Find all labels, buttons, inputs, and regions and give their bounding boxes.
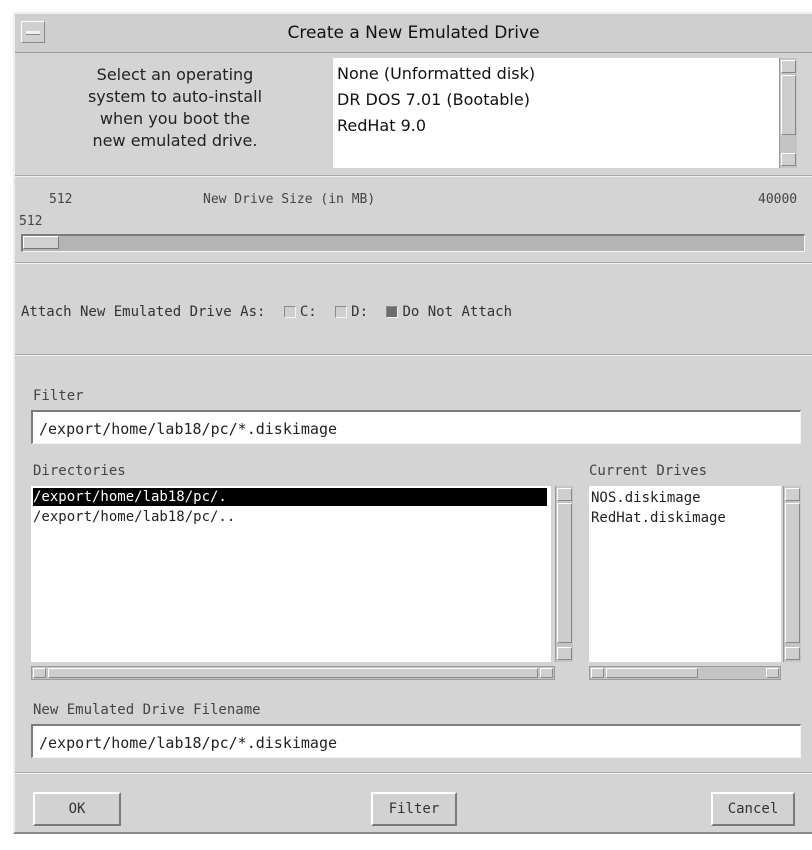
divider xyxy=(15,354,812,356)
filter-label: Filter xyxy=(33,388,84,404)
filename-input[interactable]: /export/home/lab18/pc/*.diskimage xyxy=(31,724,801,758)
size-title: New Drive Size (in MB) xyxy=(203,192,376,207)
current-drive-item[interactable]: NOS.diskimage xyxy=(591,488,701,508)
size-min-label: 512 xyxy=(49,192,73,207)
directory-item[interactable]: /export/home/lab18/pc/.. xyxy=(33,508,235,526)
directories-list[interactable]: /export/home/lab18/pc/. /export/home/lab… xyxy=(31,486,551,662)
cancel-button[interactable]: Cancel xyxy=(711,792,795,826)
directory-item-selected[interactable]: /export/home/lab18/pc/. xyxy=(33,488,547,506)
attach-row: Attach New Emulated Drive As: C: D: Do N… xyxy=(21,304,512,320)
radio-d-label[interactable]: D: xyxy=(351,304,368,320)
scroll-up-arrow-icon[interactable] xyxy=(785,488,800,501)
filter-button[interactable]: Filter xyxy=(371,792,457,826)
os-instruction-line: new emulated drive. xyxy=(92,131,258,150)
os-instruction-line: when you boot the xyxy=(99,109,251,128)
current-drives-vscrollbar[interactable] xyxy=(783,486,801,662)
os-instruction-line: Select an operating xyxy=(96,65,254,84)
os-option[interactable]: DR DOS 7.01 (Bootable) xyxy=(337,90,530,109)
directories-vscrollbar[interactable] xyxy=(555,486,573,662)
radio-d-icon[interactable] xyxy=(335,306,348,318)
window-title: Create a New Emulated Drive xyxy=(287,23,540,43)
divider xyxy=(15,175,812,177)
scroll-left-arrow-icon[interactable] xyxy=(591,668,604,678)
current-drives-hscrollbar[interactable] xyxy=(589,666,781,680)
scroll-down-arrow-icon[interactable] xyxy=(781,153,796,166)
scroll-down-arrow-icon[interactable] xyxy=(557,647,572,660)
size-slider-track[interactable] xyxy=(21,234,805,252)
os-option[interactable]: RedHat 9.0 xyxy=(337,116,426,135)
scroll-up-arrow-icon[interactable] xyxy=(781,60,796,73)
os-instruction-line: system to auto-install xyxy=(87,87,263,106)
title-bar: Create a New Emulated Drive xyxy=(15,14,812,53)
directories-hscrollbar[interactable] xyxy=(31,666,555,680)
os-list[interactable]: None (Unformatted disk) DR DOS 7.01 (Boo… xyxy=(333,58,779,168)
radio-do-not-attach-label[interactable]: Do Not Attach xyxy=(402,304,512,320)
current-drive-item[interactable]: RedHat.diskimage xyxy=(591,508,726,528)
dialog-window: Create a New Emulated Drive Select an op… xyxy=(13,12,812,834)
current-drives-label: Current Drives xyxy=(589,463,708,479)
os-list-scrollbar[interactable] xyxy=(779,58,797,168)
filter-value: /export/home/lab18/pc/*.diskimage xyxy=(39,420,338,438)
scroll-thumb[interactable] xyxy=(557,503,572,643)
scroll-thumb[interactable] xyxy=(606,668,698,678)
filename-value: /export/home/lab18/pc/*.diskimage xyxy=(39,734,338,752)
ok-button[interactable]: OK xyxy=(33,792,121,826)
size-slider-handle[interactable] xyxy=(23,236,59,249)
scroll-right-arrow-icon[interactable] xyxy=(540,668,553,678)
divider xyxy=(15,772,812,774)
scroll-left-arrow-icon[interactable] xyxy=(33,668,46,678)
radio-c-icon[interactable] xyxy=(283,306,296,318)
filename-label: New Emulated Drive Filename xyxy=(33,702,261,718)
attach-label: Attach New Emulated Drive As: xyxy=(21,304,266,320)
filter-input[interactable]: /export/home/lab18/pc/*.diskimage xyxy=(31,410,801,444)
scroll-right-arrow-icon[interactable] xyxy=(766,668,779,678)
divider xyxy=(15,262,812,264)
scroll-thumb[interactable] xyxy=(781,75,796,135)
directories-label: Directories xyxy=(33,463,126,479)
scroll-down-arrow-icon[interactable] xyxy=(785,647,800,660)
radio-do-not-attach-icon[interactable] xyxy=(386,306,399,318)
size-max-label: 40000 xyxy=(758,192,798,207)
current-drives-list[interactable]: NOS.diskimage RedHat.diskimage xyxy=(589,486,781,662)
os-instructions: Select an operating system to auto-insta… xyxy=(35,64,315,152)
scroll-up-arrow-icon[interactable] xyxy=(557,488,572,501)
size-current-value: 512 xyxy=(19,214,43,229)
scroll-thumb[interactable] xyxy=(48,668,538,678)
os-option[interactable]: None (Unformatted disk) xyxy=(337,64,535,83)
radio-c-label[interactable]: C: xyxy=(300,304,317,320)
scroll-thumb[interactable] xyxy=(785,503,800,643)
